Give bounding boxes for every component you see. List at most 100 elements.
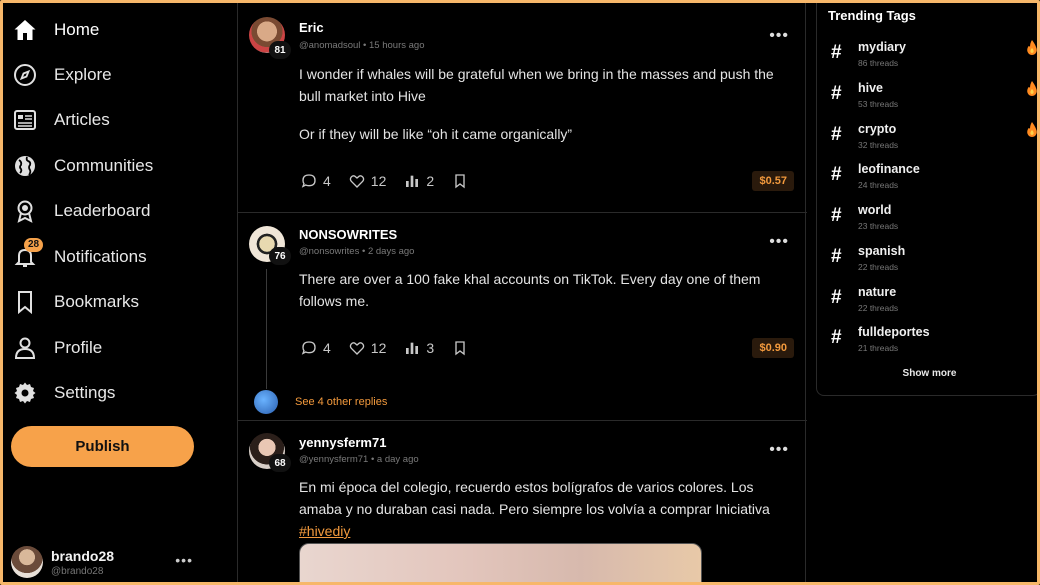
bell-icon: 28 bbox=[12, 238, 44, 270]
avatar bbox=[11, 546, 43, 578]
comment-button[interactable]: 4 bbox=[301, 340, 331, 356]
comment-button[interactable]: 4 bbox=[301, 173, 331, 189]
feed: 81 Eric @anomadsoul • 15 hours ago ••• I… bbox=[237, 3, 807, 582]
post: 81 Eric @anomadsoul • 15 hours ago ••• I… bbox=[238, 3, 807, 213]
nav-articles[interactable]: Articles bbox=[12, 102, 222, 138]
post-handle[interactable]: @anomadsoul bbox=[299, 40, 360, 51]
account-switcher[interactable]: brando28 @brando28 ••• bbox=[11, 544, 201, 580]
fire-icon bbox=[1027, 81, 1037, 96]
notifications-badge: 28 bbox=[24, 238, 44, 252]
tag-name: fulldeportes bbox=[858, 325, 930, 339]
votes-button[interactable]: 3 bbox=[404, 340, 434, 356]
bar-chart-icon bbox=[406, 342, 419, 354]
reply-avatar[interactable] bbox=[254, 390, 278, 414]
nav-bookmarks[interactable]: Bookmarks bbox=[12, 284, 222, 320]
more-options-icon[interactable]: ••• bbox=[175, 552, 193, 568]
post-more-icon[interactable]: ••• bbox=[769, 27, 789, 45]
post-handle[interactable]: @yennysferm71 bbox=[299, 454, 368, 465]
post-handle[interactable]: @nonsowrites bbox=[299, 246, 359, 257]
comment-count: 4 bbox=[323, 340, 331, 356]
nav-bookmarks-label: Bookmarks bbox=[54, 292, 140, 311]
nav-leaderboard[interactable]: Leaderboard bbox=[12, 193, 222, 229]
nav-settings[interactable]: Settings bbox=[12, 375, 222, 411]
post-time: 15 hours ago bbox=[369, 40, 425, 51]
nav-explore[interactable]: Explore bbox=[12, 57, 222, 93]
nav-explore-label: Explore bbox=[54, 65, 112, 84]
bookmark-button[interactable] bbox=[452, 173, 474, 189]
tag-name: spanish bbox=[858, 244, 906, 258]
post-author[interactable]: yennysferm71 bbox=[299, 435, 386, 450]
post-more-icon[interactable]: ••• bbox=[769, 441, 789, 459]
post-more-icon[interactable]: ••• bbox=[769, 233, 789, 251]
see-other-replies-link[interactable]: See 4 other replies bbox=[295, 396, 387, 408]
votes-button[interactable]: 2 bbox=[404, 173, 434, 189]
gear-icon bbox=[12, 380, 38, 406]
trending-tag[interactable]: # spanish 22 threads bbox=[828, 244, 1037, 280]
post-author[interactable]: NONSOWRITES bbox=[299, 227, 397, 242]
heart-icon bbox=[349, 175, 365, 188]
nav-notifications[interactable]: 28 Notifications bbox=[12, 238, 222, 275]
tag-count: 23 threads bbox=[858, 221, 899, 231]
tag-count: 21 threads bbox=[858, 343, 899, 353]
comment-icon bbox=[301, 174, 316, 188]
trending-tag[interactable]: # crypto 32 threads bbox=[828, 122, 1037, 158]
payout-value[interactable]: $0.90 bbox=[752, 338, 794, 358]
trending-tag[interactable]: # hive 53 threads bbox=[828, 81, 1037, 117]
newspaper-icon bbox=[12, 107, 38, 133]
tag-count: 53 threads bbox=[858, 99, 899, 109]
thread-line bbox=[266, 269, 267, 389]
nav-leaderboard-label: Leaderboard bbox=[54, 201, 151, 220]
post: 68 yennysferm71 @yennysferm71 • a day ag… bbox=[238, 421, 807, 582]
bookmark-icon bbox=[12, 289, 38, 315]
post-time: 2 days ago bbox=[367, 246, 415, 257]
award-icon bbox=[12, 198, 38, 224]
post-image[interactable] bbox=[299, 543, 702, 582]
post-author[interactable]: Eric bbox=[299, 20, 324, 35]
compass-icon bbox=[12, 62, 38, 88]
vote-count: 2 bbox=[426, 173, 435, 189]
tag-count: 32 threads bbox=[858, 140, 899, 150]
post-actions: 4 12 2 bbox=[301, 171, 492, 191]
nav-home[interactable]: Home bbox=[12, 12, 222, 48]
like-count: 12 bbox=[370, 340, 387, 356]
publish-button[interactable]: Publish bbox=[11, 426, 194, 467]
bookmark-icon bbox=[455, 174, 465, 189]
post-paragraph: En mi época del colegio, recuerdo estos … bbox=[299, 479, 770, 517]
like-button[interactable]: 12 bbox=[349, 340, 387, 356]
post-paragraph: Or if they will be like “oh it came orga… bbox=[299, 126, 573, 142]
heart-icon bbox=[349, 342, 365, 355]
account-name: brando28 bbox=[51, 547, 115, 564]
trending-tag[interactable]: # fulldeportes 21 threads bbox=[828, 325, 1037, 361]
reputation-badge: 76 bbox=[269, 247, 291, 265]
trending-tag[interactable]: # mydiary 86 threads bbox=[828, 40, 1037, 76]
trending-tag[interactable]: # world 23 threads bbox=[828, 203, 1037, 239]
hashtag-icon: # bbox=[831, 287, 842, 308]
post: 76 NONSOWRITES @nonsowrites • 2 days ago… bbox=[238, 213, 807, 421]
bar-chart-icon bbox=[406, 175, 419, 187]
tag-count: 22 threads bbox=[858, 262, 899, 272]
reputation-badge: 68 bbox=[269, 454, 291, 472]
post-body: There are over a 100 fake khal accounts … bbox=[299, 268, 789, 312]
hashtag-icon: # bbox=[831, 205, 842, 226]
hashtag-link[interactable]: #hivediy bbox=[299, 523, 350, 539]
bookmark-button[interactable] bbox=[452, 340, 474, 356]
post-body: En mi época del colegio, recuerdo estos … bbox=[299, 476, 789, 542]
trending-tags-panel: Trending Tags # mydiary 86 threads # hiv… bbox=[816, 3, 1037, 396]
hashtag-icon: # bbox=[831, 327, 842, 348]
show-more-link[interactable]: Show more bbox=[817, 368, 1037, 379]
trending-tag[interactable]: # leofinance 24 threads bbox=[828, 162, 1037, 198]
nav-profile[interactable]: Profile bbox=[12, 330, 222, 366]
like-count: 12 bbox=[370, 173, 387, 189]
nav-profile-label: Profile bbox=[54, 338, 103, 357]
hashtag-icon: # bbox=[831, 83, 842, 104]
hashtag-icon: # bbox=[831, 42, 842, 63]
post-body: I wonder if whales will be grateful when… bbox=[299, 63, 789, 145]
nav-communities[interactable]: Communities bbox=[12, 148, 222, 184]
app-frame: Home Explore Articles Communities Leader… bbox=[0, 0, 1040, 585]
payout-value[interactable]: $0.57 bbox=[752, 171, 794, 191]
trending-tag[interactable]: # nature 22 threads bbox=[828, 285, 1037, 321]
hashtag-icon: # bbox=[831, 124, 842, 145]
globe-icon bbox=[12, 153, 38, 179]
comment-icon bbox=[301, 341, 316, 355]
like-button[interactable]: 12 bbox=[349, 173, 387, 189]
